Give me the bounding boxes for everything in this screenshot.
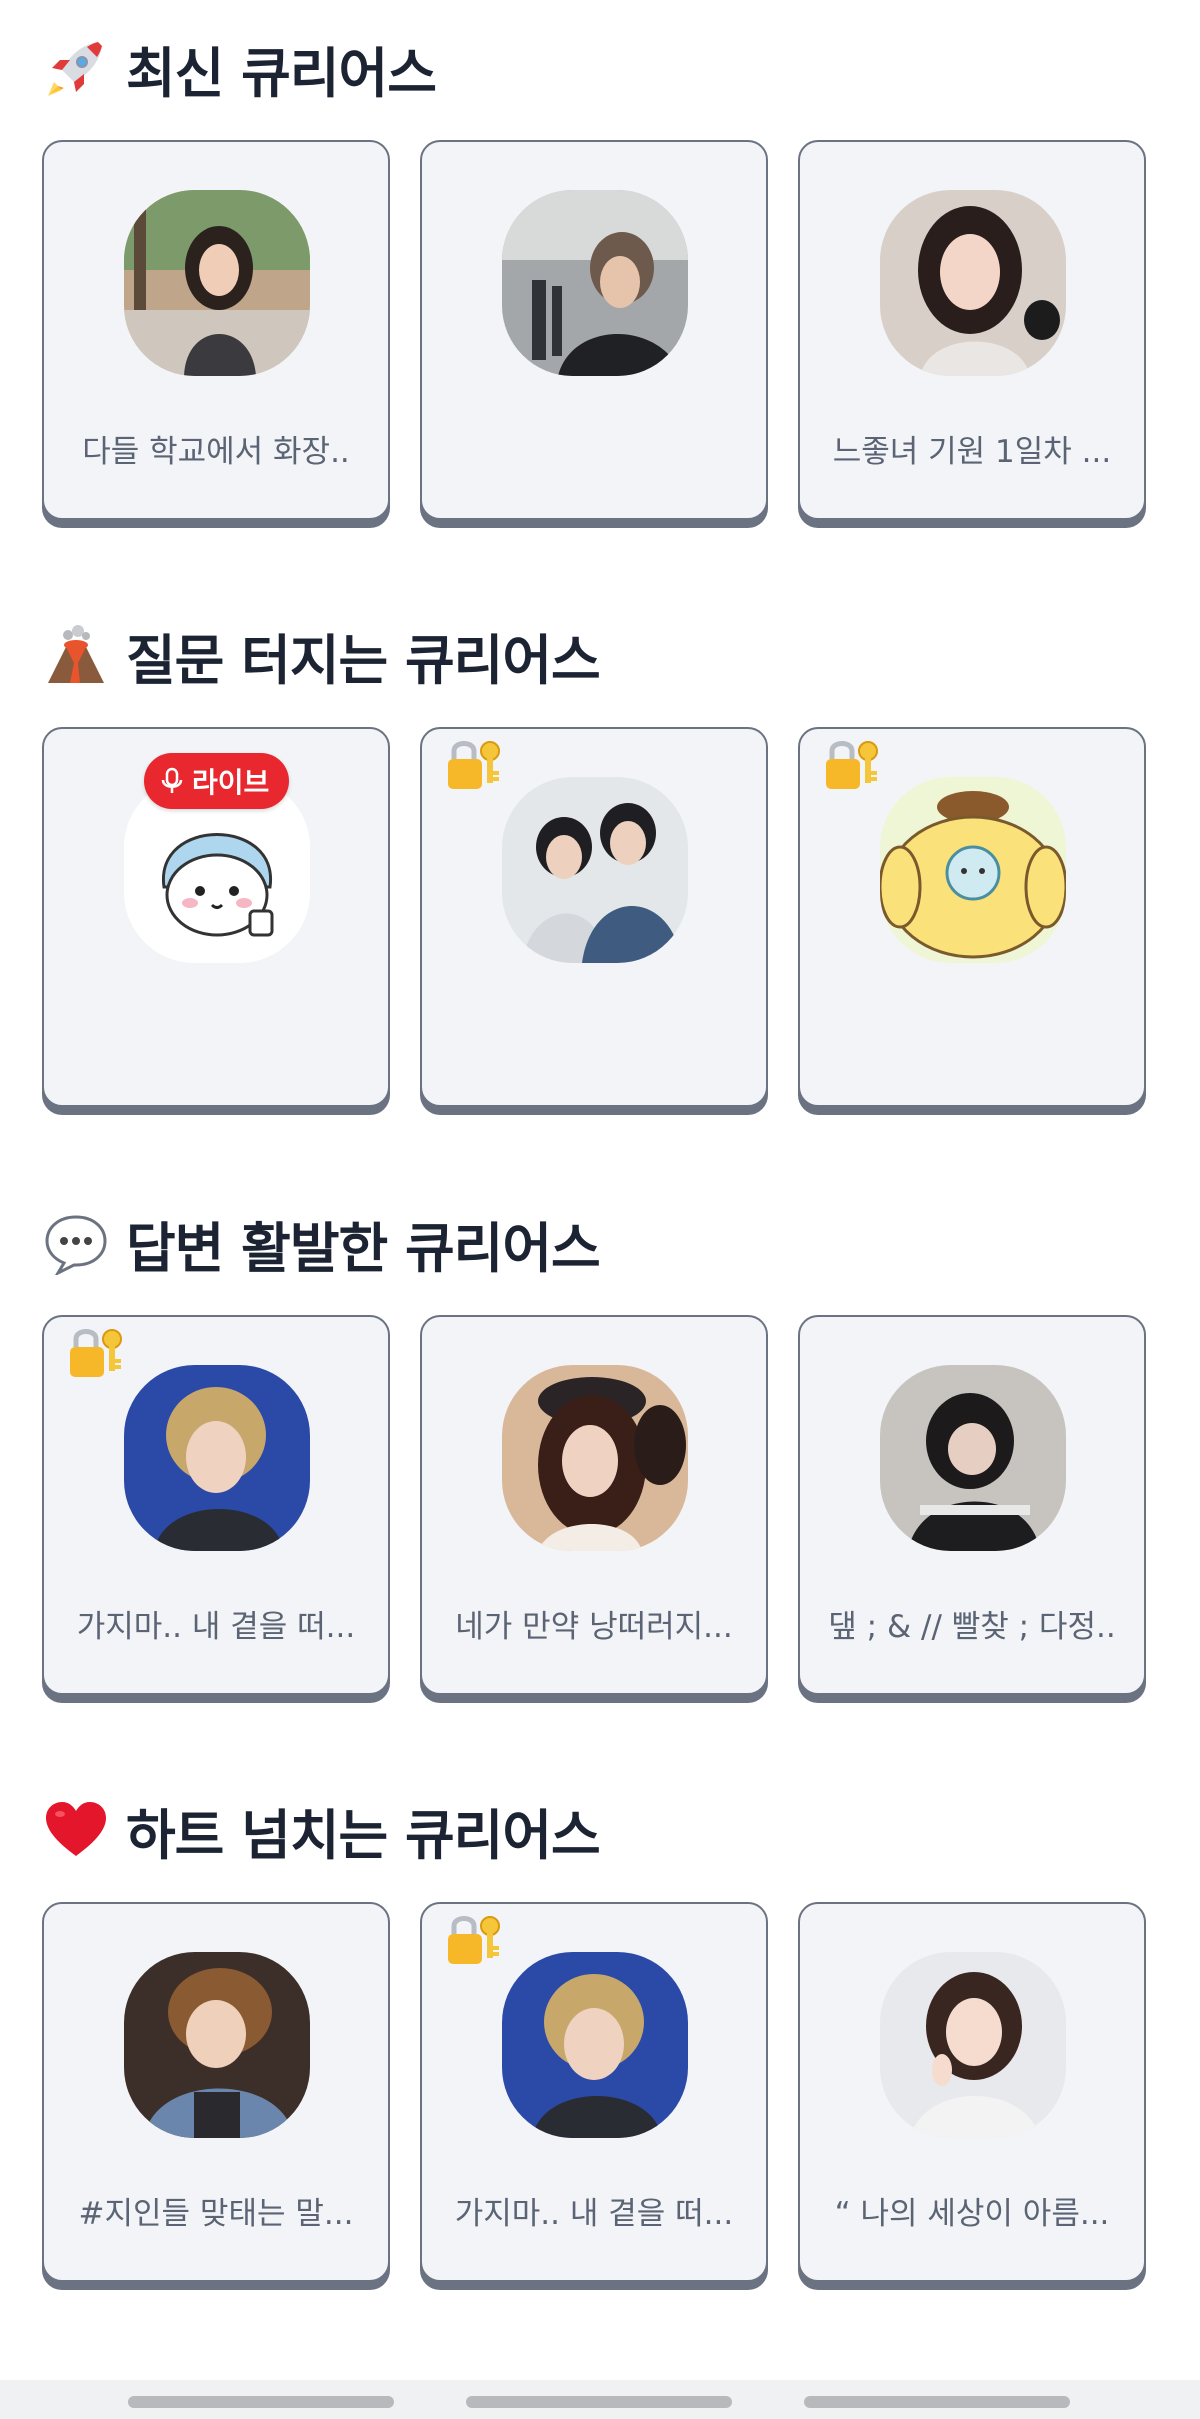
card-thumbnail: [502, 1952, 688, 2138]
page-indicator-handle[interactable]: [466, 2396, 732, 2408]
section-heart-full: 하트 넘치는 큐리어스 #지인들 맞태는 말... 가지마.. 내 곁을 떠..…: [42, 1790, 1158, 2282]
curious-card[interactable]: 가지마.. 내 곁을 떠...: [420, 1902, 768, 2282]
section-title: 최신 큐리어스: [42, 28, 1158, 108]
curious-card[interactable]: [420, 727, 768, 1107]
curious-card[interactable]: “ 나의 세상이 아름...: [798, 1902, 1146, 2282]
card-caption: 가지마.. 내 곁을 떠...: [76, 1609, 356, 1645]
section-title: 답변 활발한 큐리어스: [42, 1203, 1158, 1283]
curious-card[interactable]: 가지마.. 내 곁을 떠...: [42, 1315, 390, 1695]
rocket-icon: [42, 34, 110, 102]
card-thumbnail: [880, 1952, 1066, 2138]
card-caption: “ 나의 세상이 아름...: [834, 2196, 1110, 2232]
curious-card[interactable]: 라이브: [42, 727, 390, 1107]
curious-card[interactable]: 네가 만약 낭떠러지...: [420, 1315, 768, 1695]
bottom-page-indicator: [0, 2380, 1200, 2419]
card-thumbnail: [502, 1365, 688, 1551]
lock-key-icon: [822, 735, 882, 795]
card-thumbnail: [124, 1952, 310, 2138]
card-thumbnail: [880, 1365, 1066, 1551]
card-thumbnail: [502, 190, 688, 376]
lock-key-icon: [444, 735, 504, 795]
card-caption: 댚 ; & // 빨찾 ; 다정..: [828, 1609, 1116, 1645]
lock-key-icon: [66, 1323, 126, 1383]
lock-key-icon: [444, 1910, 504, 1970]
curious-card[interactable]: 다들 학교에서 화장..: [42, 140, 390, 520]
card-thumbnail: [124, 1365, 310, 1551]
card-caption: 다들 학교에서 화장..: [82, 434, 350, 470]
heart-icon: [42, 1796, 110, 1864]
volcano-icon: [42, 621, 110, 689]
curious-card[interactable]: 댚 ; & // 빨찾 ; 다정..: [798, 1315, 1146, 1695]
curious-card[interactable]: #지인들 맞태는 말...: [42, 1902, 390, 2282]
card-thumbnail: [880, 190, 1066, 376]
card-thumbnail: [880, 777, 1066, 963]
card-caption: 네가 만약 낭떠러지...: [455, 1609, 733, 1645]
section-latest: 최신 큐리어스 다들 학교에서 화장.. 느좋녀 기원 1일차 ...: [42, 28, 1158, 520]
card-caption: #지인들 맞태는 말...: [78, 2196, 354, 2232]
section-hot-questions: 질문 터지는 큐리어스 라이브: [42, 615, 1158, 1107]
live-badge: 라이브: [144, 753, 290, 809]
section-active-answers: 답변 활발한 큐리어스 가지마.. 내 곁을 떠... 네가 만약 낭떠러지..…: [42, 1203, 1158, 1695]
speech-bubble-icon: [42, 1209, 110, 1277]
section-title: 질문 터지는 큐리어스: [42, 615, 1158, 695]
curious-card[interactable]: 느좋녀 기원 1일차 ...: [798, 140, 1146, 520]
curious-card[interactable]: [420, 140, 768, 520]
card-caption: 느좋녀 기원 1일차 ...: [832, 434, 1112, 470]
curious-card[interactable]: [798, 727, 1146, 1107]
card-caption: 가지마.. 내 곁을 떠...: [454, 2196, 734, 2232]
section-title: 하트 넘치는 큐리어스: [42, 1790, 1158, 1870]
page-indicator-handle[interactable]: [128, 2396, 394, 2408]
card-thumbnail: [124, 190, 310, 376]
card-thumbnail: [502, 777, 688, 963]
microphone-icon: [161, 767, 183, 793]
page-indicator-handle[interactable]: [804, 2396, 1070, 2408]
